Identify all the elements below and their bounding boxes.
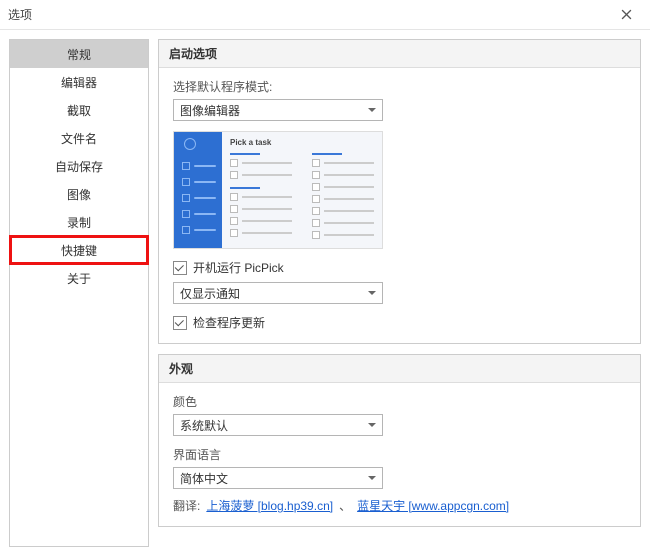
notify-mode-select[interactable]: 仅显示通知 xyxy=(173,282,383,304)
sidebar-item-hotkeys[interactable]: 快捷键 xyxy=(10,236,148,264)
select-value: 图像编辑器 xyxy=(180,102,240,119)
sidebar-item-capture[interactable]: 截取 xyxy=(10,96,148,124)
sidebar-item-label: 图像 xyxy=(67,186,91,203)
sidebar-item-label: 快捷键 xyxy=(61,242,97,259)
main: 启动选项 选择默认程序模式: 图像编辑器 xyxy=(155,30,650,556)
chevron-down-icon xyxy=(368,108,376,112)
sidebar: 常规 编辑器 截取 文件名 自动保存 图像 录制 快捷键 关于 xyxy=(9,39,149,547)
chevron-down-icon xyxy=(368,476,376,480)
close-button[interactable] xyxy=(610,4,642,26)
select-value: 简体中文 xyxy=(180,470,228,487)
color-select[interactable]: 系统默认 xyxy=(173,414,383,436)
sidebar-item-filename[interactable]: 文件名 xyxy=(10,124,148,152)
close-icon xyxy=(621,9,632,20)
default-mode-label: 选择默认程序模式: xyxy=(173,78,626,95)
sidebar-item-autosave[interactable]: 自动保存 xyxy=(10,152,148,180)
default-mode-select[interactable]: 图像编辑器 xyxy=(173,99,383,121)
run-on-boot-label: 开机运行 PicPick xyxy=(193,259,284,276)
sidebar-item-image[interactable]: 图像 xyxy=(10,180,148,208)
run-on-boot-row: 开机运行 PicPick xyxy=(173,259,626,276)
content: 常规 编辑器 截取 文件名 自动保存 图像 录制 快捷键 关于 启动选项 选择默… xyxy=(0,30,650,556)
translation-credits: 翻译: 上海菠萝 [blog.hp39.cn] 、蓝星天宇 [www.appcgn… xyxy=(173,497,626,514)
panel-header-appearance: 外观 xyxy=(159,355,640,383)
check-update-label: 检查程序更新 xyxy=(193,314,265,331)
language-label: 界面语言 xyxy=(173,446,626,463)
check-update-row: 检查程序更新 xyxy=(173,314,626,331)
panel-body-startup: 选择默认程序模式: 图像编辑器 Pick a task xyxy=(159,68,640,343)
sidebar-item-label: 编辑器 xyxy=(61,74,97,91)
window-title: 选项 xyxy=(8,6,32,23)
run-on-boot-checkbox[interactable] xyxy=(173,261,187,275)
preview-title: Pick a task xyxy=(230,138,374,147)
sidebar-item-label: 关于 xyxy=(67,270,91,287)
chevron-down-icon xyxy=(368,291,376,295)
panel-appearance: 外观 颜色 系统默认 界面语言 简体中文 翻译: 上海菠萝 [blog.hp39… xyxy=(158,354,641,527)
language-select[interactable]: 简体中文 xyxy=(173,467,383,489)
mode-preview-image: Pick a task xyxy=(173,131,383,249)
translator-link-1[interactable]: 上海菠萝 [blog.hp39.cn] xyxy=(206,497,333,514)
translator-link-2[interactable]: 蓝星天宇 [www.appcgn.com] xyxy=(357,497,509,514)
color-label: 颜色 xyxy=(173,393,626,410)
sidebar-item-general[interactable]: 常规 xyxy=(10,40,148,68)
panel-header-startup: 启动选项 xyxy=(159,40,640,68)
translator-sep: 、 xyxy=(339,497,351,514)
translate-label: 翻译: xyxy=(173,497,200,514)
titlebar: 选项 xyxy=(0,0,650,30)
chevron-down-icon xyxy=(368,423,376,427)
sidebar-item-label: 录制 xyxy=(67,214,91,231)
sidebar-item-record[interactable]: 录制 xyxy=(10,208,148,236)
panel-body-appearance: 颜色 系统默认 界面语言 简体中文 翻译: 上海菠萝 [blog.hp39.cn… xyxy=(159,383,640,526)
sidebar-item-editor[interactable]: 编辑器 xyxy=(10,68,148,96)
sidebar-item-label: 常规 xyxy=(67,46,91,63)
panel-startup: 启动选项 选择默认程序模式: 图像编辑器 xyxy=(158,39,641,344)
select-value: 系统默认 xyxy=(180,417,228,434)
check-update-checkbox[interactable] xyxy=(173,316,187,330)
sidebar-item-label: 自动保存 xyxy=(55,158,103,175)
sidebar-item-label: 文件名 xyxy=(61,130,97,147)
select-value: 仅显示通知 xyxy=(180,285,240,302)
sidebar-item-label: 截取 xyxy=(67,102,91,119)
sidebar-item-about[interactable]: 关于 xyxy=(10,264,148,292)
